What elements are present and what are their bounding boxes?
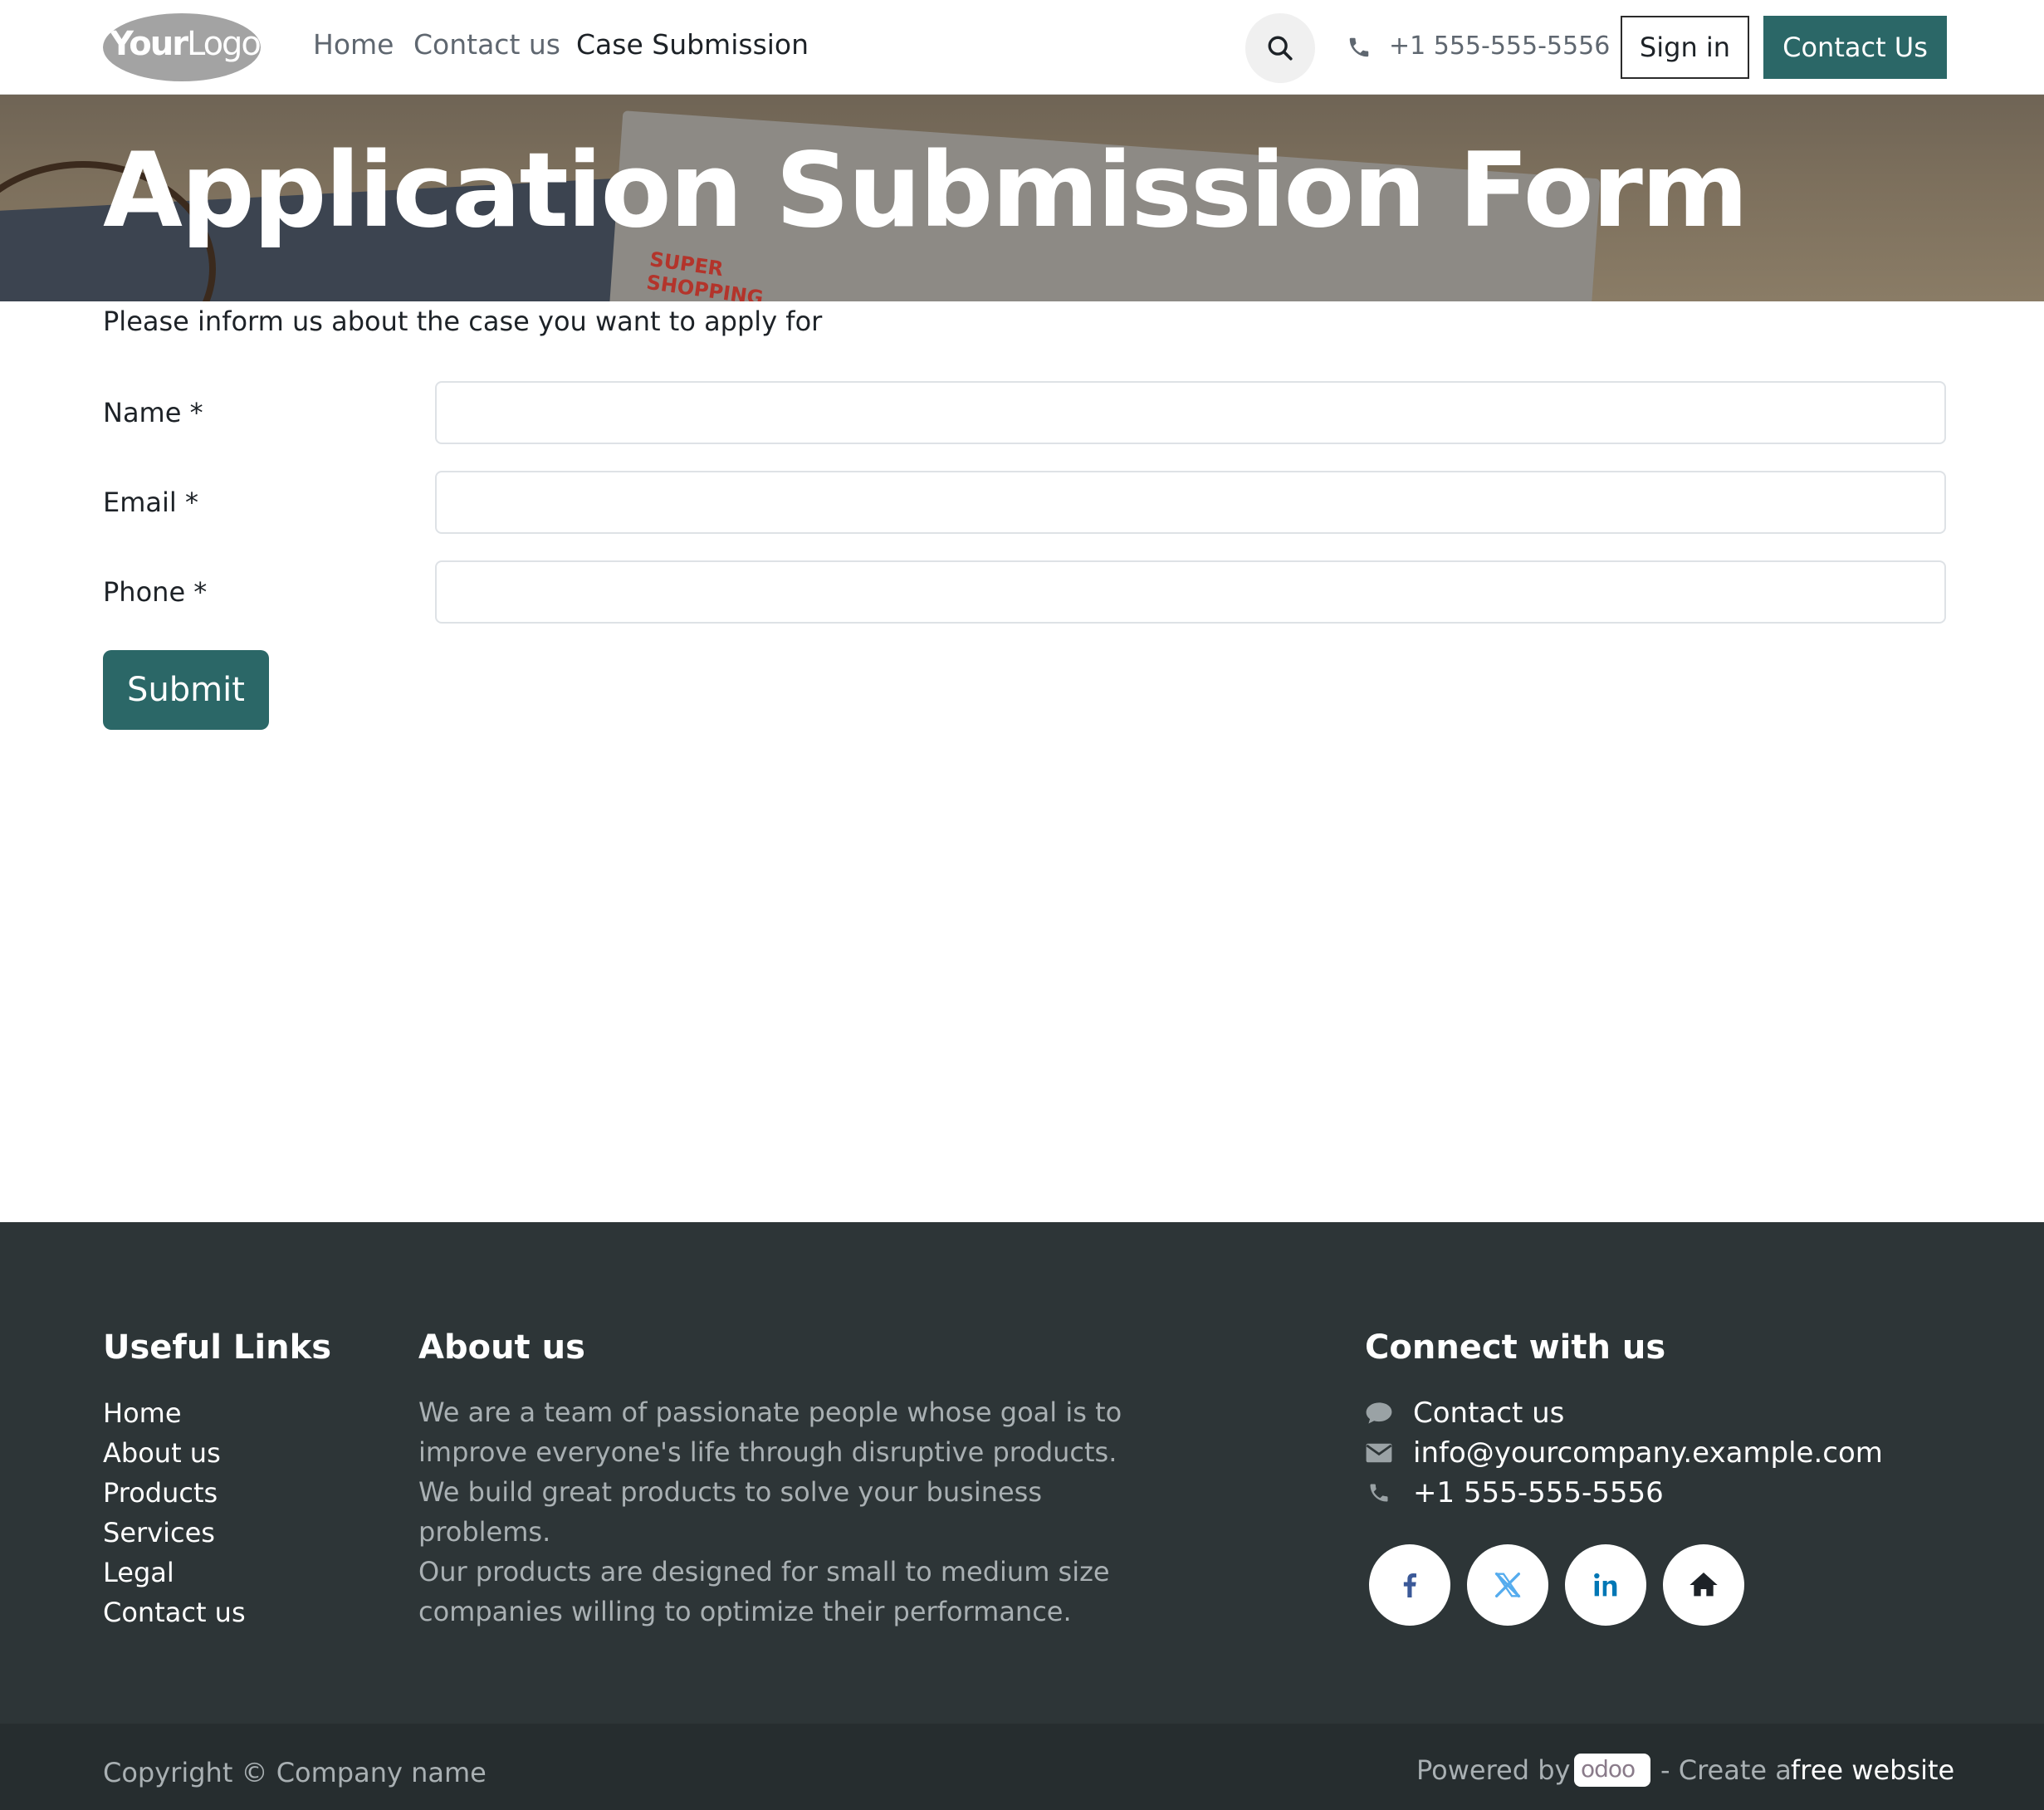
facebook-icon	[1403, 1573, 1416, 1597]
footer-link-products[interactable]: Products	[103, 1477, 218, 1509]
phone-input[interactable]	[435, 560, 1946, 624]
x-twitter-link[interactable]	[1467, 1544, 1548, 1626]
header-phone-number[interactable]: +1 555-555-5556	[1389, 32, 1610, 61]
sign-in-button[interactable]: Sign in	[1621, 16, 1749, 79]
logo-text: YourLogo	[110, 25, 261, 63]
copyright-text: Copyright © Company name	[103, 1757, 487, 1788]
about-us-heading: About us	[418, 1328, 585, 1367]
footer-link-services[interactable]: Services	[103, 1517, 215, 1548]
about-paragraph-2: Our products are designed for small to m…	[418, 1556, 1110, 1627]
useful-links-heading: Useful Links	[103, 1328, 332, 1367]
search-button[interactable]	[1245, 13, 1315, 83]
footer-link-legal[interactable]: Legal	[103, 1557, 174, 1588]
phone-icon	[1370, 1484, 1388, 1502]
powered-by-text: Powered by	[1416, 1754, 1571, 1786]
linkedin-link[interactable]	[1565, 1544, 1646, 1626]
name-input[interactable]	[435, 381, 1946, 444]
site-header: YourLogo Home Contact us Case Submission…	[0, 0, 2044, 95]
footer-link-about-us[interactable]: About us	[103, 1437, 221, 1469]
about-paragraph-1: We are a team of passionate people whose…	[418, 1397, 1122, 1548]
name-label: Name *	[103, 397, 203, 428]
company-logo[interactable]: YourLogo	[103, 13, 261, 81]
home-icon	[1689, 1573, 1718, 1597]
contact-us-button[interactable]: Contact Us	[1763, 16, 1947, 79]
footer-link-contact-us[interactable]: Contact us	[103, 1597, 246, 1628]
form-intro: Please inform us about the case you want…	[103, 306, 823, 337]
odoo-logo[interactable]: odoo	[1574, 1754, 1650, 1787]
comment-icon	[1366, 1402, 1392, 1424]
facebook-link[interactable]	[1369, 1544, 1450, 1626]
envelope-icon	[1366, 1443, 1392, 1463]
free-website-link[interactable]: free website	[1791, 1754, 1954, 1786]
footer-link-home[interactable]: Home	[103, 1397, 182, 1429]
nav-home[interactable]: Home	[313, 28, 394, 61]
create-text: - Create a	[1660, 1754, 1792, 1786]
x-twitter-icon	[1494, 1573, 1521, 1597]
email-label: Email *	[103, 487, 198, 518]
nav-contact-us[interactable]: Contact us	[413, 28, 560, 61]
email-input[interactable]	[435, 471, 1946, 534]
linkedin-icon	[1594, 1573, 1617, 1597]
search-icon	[1268, 36, 1293, 61]
phone-icon	[1349, 37, 1369, 57]
submit-button[interactable]: Submit	[103, 650, 269, 730]
phone-label: Phone *	[103, 576, 208, 608]
home-link[interactable]	[1663, 1544, 1744, 1626]
nav-case-submission[interactable]: Case Submission	[576, 28, 809, 61]
page-title: Application Submission Form	[103, 131, 1748, 251]
connect-heading: Connect with us	[1365, 1328, 1666, 1367]
